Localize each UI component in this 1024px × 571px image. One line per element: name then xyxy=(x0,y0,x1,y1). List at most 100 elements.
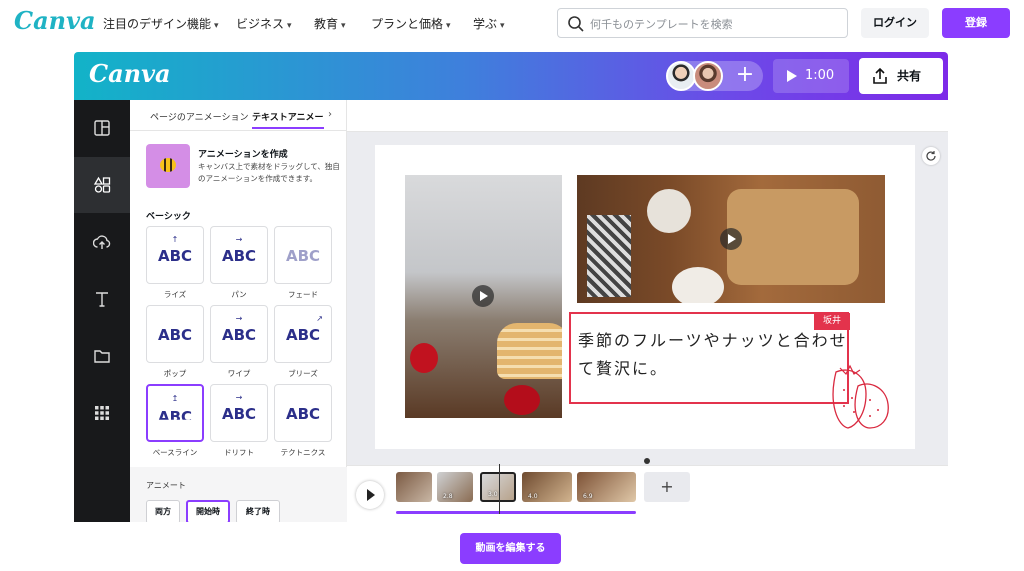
duration-label: 1:00 xyxy=(805,68,835,83)
tile-preview-text: ABC xyxy=(157,247,193,265)
timeline-clip[interactable]: 6.9 xyxy=(577,472,636,502)
editor-preview: Canva + 1:00 共有 ページのアニメーション テキストアニメー › ア… xyxy=(74,52,948,522)
tile-preview-text: ABC xyxy=(157,326,193,344)
rail-item-uploads[interactable] xyxy=(74,214,130,270)
video-play-button[interactable] xyxy=(720,228,742,250)
elements-icon xyxy=(93,176,111,193)
strawberry-illustration xyxy=(832,364,889,429)
create-animation-title[interactable]: アニメーションを作成 xyxy=(198,147,288,160)
arrow-right-icon: → xyxy=(235,393,243,402)
pancake-plate xyxy=(672,267,724,303)
tab-page-animation[interactable]: ページのアニメーション xyxy=(150,110,248,123)
add-collaborator-button[interactable]: + xyxy=(732,63,758,89)
timeline-clip[interactable]: 2.8 xyxy=(437,472,473,502)
checkered-cloth xyxy=(587,215,631,297)
editor-header: Canva + 1:00 共有 xyxy=(74,52,948,100)
collaborator-tag: 坂井 xyxy=(814,313,850,330)
tile-preview-text: ABC xyxy=(285,326,321,344)
share-icon xyxy=(873,67,887,84)
play-icon xyxy=(787,70,797,82)
nav-item-learn[interactable]: 学ぶ ▾ xyxy=(473,15,505,32)
chevron-right-icon[interactable]: › xyxy=(328,109,332,120)
layout-icon xyxy=(94,120,110,136)
arrow-up-icon: ↑ xyxy=(171,235,179,244)
arrow-diagonal-icon: ↗ xyxy=(316,314,323,323)
collaborators: + xyxy=(666,61,763,91)
tile-label: フェード xyxy=(288,290,318,299)
chevron-down-icon: ▾ xyxy=(287,21,292,31)
side-rail xyxy=(74,100,130,522)
folder-icon xyxy=(94,350,110,363)
nav-item-business[interactable]: ビジネス ▾ xyxy=(236,15,292,32)
section-basic-title: ベーシック xyxy=(146,212,191,222)
animation-panel: ページのアニメーション テキストアニメー › アニメーションを作成 キャンバス上… xyxy=(130,100,347,522)
nav-item-features[interactable]: 注目のデザイン機能 ▾ xyxy=(103,15,219,32)
animation-tile-tectonic[interactable]: ABC xyxy=(274,384,332,442)
animate-title: アニメート xyxy=(146,481,186,490)
rail-item-layout[interactable] xyxy=(74,100,130,156)
animate-start-button[interactable]: 開始時 xyxy=(186,500,230,522)
rail-item-apps[interactable] xyxy=(74,385,130,441)
timeline-clip[interactable]: 4.0 xyxy=(522,472,572,502)
playhead[interactable] xyxy=(499,464,500,514)
create-animation-thumbnail[interactable] xyxy=(146,144,190,188)
canvas-text[interactable]: 季節のフルーツやナッツと合わせて贅沢に。 xyxy=(578,327,848,383)
edit-video-button[interactable]: 動画を編集する xyxy=(460,533,561,564)
animation-tile-wipe[interactable]: → ABC xyxy=(210,305,268,363)
top-navigation: Canva 注目のデザイン機能 ▾ ビジネス ▾ 教育 ▾ プランと価格 ▾ 学ぶ ▾ 何… xyxy=(0,0,1024,46)
video-play-button[interactable] xyxy=(472,285,494,307)
refresh-button[interactable] xyxy=(922,147,940,165)
timeline-clip[interactable] xyxy=(396,472,432,502)
share-label: 共有 xyxy=(897,69,922,83)
timeline-clip-selected[interactable]: 3.0 xyxy=(480,472,516,502)
tile-label: ポップ xyxy=(163,369,187,378)
animation-tile-pop[interactable]: ABC xyxy=(146,305,204,363)
tile-preview-text: ABC xyxy=(221,405,257,423)
chevron-down-icon: ▾ xyxy=(341,21,346,31)
pancake-plate xyxy=(647,189,691,233)
chevron-down-icon: ▾ xyxy=(214,21,219,31)
canvas-toolbar xyxy=(347,100,948,132)
upload-icon xyxy=(93,235,111,249)
canva-logo[interactable]: Canva xyxy=(14,6,96,35)
tile-preview-text: ABC xyxy=(285,405,321,423)
rail-item-text[interactable] xyxy=(74,271,130,327)
animation-tile-fade[interactable]: ABC xyxy=(274,226,332,284)
search-input[interactable]: 何千ものテンプレートを検索 xyxy=(557,8,848,38)
animation-tile-rise[interactable]: ↑ ABC xyxy=(146,226,204,284)
animation-tile-baseline[interactable]: ↥ ABC xyxy=(146,384,204,442)
search-icon xyxy=(568,16,584,32)
pancake-stack xyxy=(497,323,562,379)
rail-item-elements[interactable] xyxy=(74,157,130,213)
animate-both-button[interactable]: 両方 xyxy=(146,500,180,522)
tile-label: ドリフト xyxy=(224,448,254,457)
tab-text-animation[interactable]: テキストアニメー xyxy=(252,110,324,123)
text-icon xyxy=(96,292,108,307)
nav-item-pricing[interactable]: プランと価格 ▾ xyxy=(371,15,451,32)
nav-item-education[interactable]: 教育 ▾ xyxy=(314,15,346,32)
divider xyxy=(130,130,347,131)
animation-tile-breeze[interactable]: ↗ ABC xyxy=(274,305,332,363)
active-tab-indicator xyxy=(252,127,324,129)
avatar[interactable] xyxy=(666,61,696,91)
animate-end-button[interactable]: 終了時 xyxy=(236,500,280,522)
add-clip-button[interactable]: + xyxy=(644,472,690,502)
animation-tile-drift[interactable]: → ABC xyxy=(210,384,268,442)
login-button[interactable]: ログイン xyxy=(861,8,929,38)
play-duration-button[interactable]: 1:00 xyxy=(773,59,849,93)
register-button[interactable]: 登録 xyxy=(942,8,1010,38)
avatar[interactable] xyxy=(693,61,723,91)
canva-logo[interactable]: Canva xyxy=(89,59,171,88)
timeline-play-button[interactable] xyxy=(356,481,384,509)
bee-icon xyxy=(160,158,176,172)
animation-tile-pan[interactable]: → ABC xyxy=(210,226,268,284)
tile-label: ワイプ xyxy=(227,369,251,378)
strawberry xyxy=(504,385,540,415)
create-animation-description: キャンバス上で素材をドラッグして、独自のアニメーションを作成できます。 xyxy=(198,162,340,183)
arrow-up-icon: ↥ xyxy=(171,394,179,403)
tile-label: ブリーズ xyxy=(288,369,318,378)
share-button[interactable]: 共有 xyxy=(859,58,943,94)
arrow-right-icon: → xyxy=(235,235,243,244)
rail-item-folder[interactable] xyxy=(74,328,130,384)
tile-label: ライズ xyxy=(163,290,187,299)
